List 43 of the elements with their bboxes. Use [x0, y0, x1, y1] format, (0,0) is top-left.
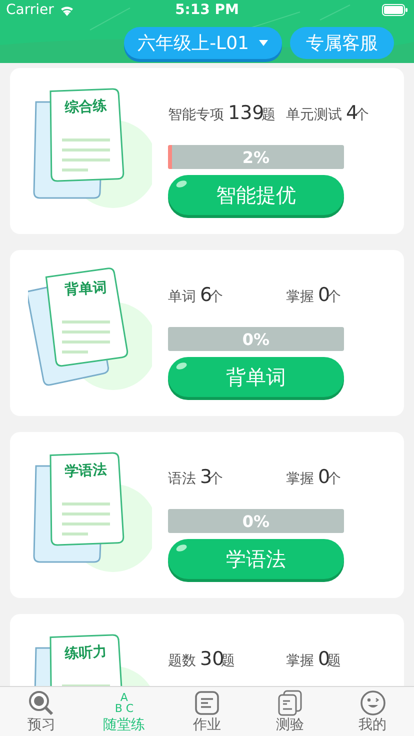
stat-value: 4个: [346, 102, 370, 124]
tab-item[interactable]: A B C 随堂练: [82, 687, 166, 736]
search-icon: [28, 690, 54, 716]
practice-button[interactable]: 学语法: [168, 539, 344, 579]
stat-label: 单元测试: [286, 106, 342, 124]
smiley-icon: [360, 690, 386, 716]
stat-label: 掌握: [286, 470, 314, 488]
card-title: 练听力: [64, 642, 108, 664]
tab-item[interactable]: 作业: [166, 687, 248, 736]
stat-label: 题数: [168, 652, 196, 670]
caret-icon: [259, 40, 268, 46]
stat-label: 掌握: [286, 652, 314, 670]
stat-value: 3个: [200, 466, 224, 488]
progress-reading: 2%: [242, 148, 270, 166]
service-button[interactable]: 专属客服: [290, 27, 394, 59]
stat-label: 单词: [168, 288, 196, 306]
practice-button[interactable]: 背单词: [168, 357, 344, 397]
status-time: 5:13 PM: [175, 2, 239, 18]
progress-reading: 0%: [242, 512, 270, 530]
grade-selector[interactable]: 六年级上-L01: [124, 27, 282, 59]
progress-reading: 0%: [242, 330, 270, 348]
papers-icon: [278, 690, 302, 716]
card-title: 学语法: [64, 460, 108, 482]
stat-value: 30题: [200, 648, 236, 670]
stat-value: 6个: [200, 284, 224, 306]
document-icon: [194, 691, 219, 715]
battery-icon: [382, 4, 408, 16]
stat-value: 0题: [318, 648, 342, 670]
stat-value: 0个: [318, 284, 342, 306]
wifi-icon: [60, 4, 74, 16]
tab-item[interactable]: 预习: [0, 687, 83, 736]
stat-value: 139题: [228, 102, 276, 124]
stat-value: 0个: [318, 466, 342, 488]
stat-label: 掌握: [286, 288, 314, 306]
card-title: 背单词: [64, 278, 108, 300]
letters-icon: A B C: [114, 692, 134, 714]
practice-button[interactable]: 智能提优: [168, 175, 344, 215]
tab-item[interactable]: 我的: [331, 687, 414, 736]
stat-label: 语法: [168, 470, 196, 488]
card-title: 综合练: [64, 96, 108, 118]
tab-item[interactable]: 测验: [248, 687, 332, 736]
carrier-label: Carrier: [6, 2, 54, 18]
stat-label: 智能专项: [168, 106, 224, 124]
